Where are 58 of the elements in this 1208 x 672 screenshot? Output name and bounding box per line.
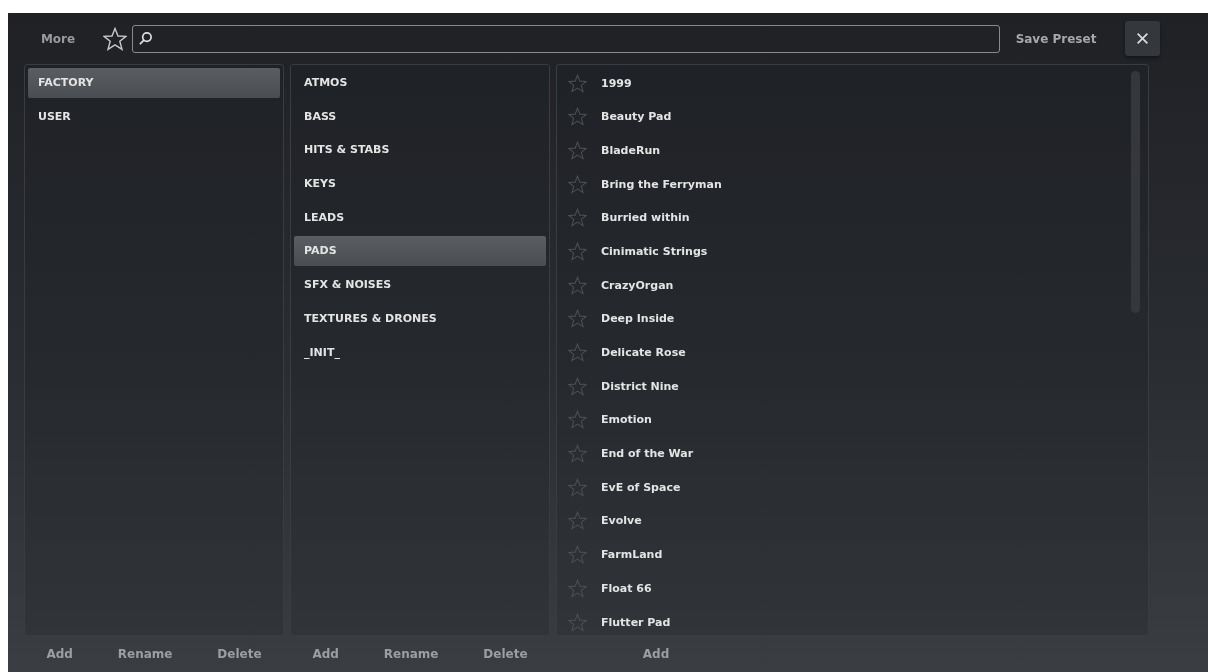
star-icon[interactable] xyxy=(568,545,587,565)
star-icon[interactable] xyxy=(568,376,587,396)
preset-item[interactable]: Beauty Pad xyxy=(601,110,672,124)
star-icon[interactable] xyxy=(568,477,587,497)
star-icon[interactable] xyxy=(568,612,587,632)
star-icon[interactable] xyxy=(568,73,587,93)
preset-item[interactable]: Float 66 xyxy=(601,581,652,595)
more-button[interactable]: More xyxy=(33,27,83,50)
add-button[interactable]: Add xyxy=(636,645,676,663)
category-item[interactable]: TEXTURES & DRONES xyxy=(294,303,546,334)
bank-item[interactable]: FACTORY xyxy=(28,68,280,98)
category-item[interactable]: LEADS xyxy=(294,202,546,233)
category-item[interactable]: BASS xyxy=(294,101,546,132)
delete-button[interactable]: Delete xyxy=(211,645,268,663)
category-item[interactable]: PADS xyxy=(294,236,546,267)
preset-item[interactable]: 1999 xyxy=(601,76,632,90)
preset-item[interactable]: End of the War xyxy=(601,447,694,461)
preset-item[interactable]: Delicate Rose xyxy=(601,346,686,359)
preset-item[interactable]: Flutter Pad xyxy=(601,615,671,629)
star-icon[interactable] xyxy=(568,309,587,329)
delete-button[interactable]: Delete xyxy=(477,645,534,663)
search-field[interactable] xyxy=(132,24,1000,53)
add-button[interactable]: Add xyxy=(40,645,79,663)
close-icon xyxy=(1136,32,1149,45)
star-icon[interactable] xyxy=(568,343,587,362)
category-item[interactable]: SFX & NOISES xyxy=(294,270,546,301)
star-icon[interactable] xyxy=(568,174,587,194)
add-button[interactable]: Add xyxy=(306,645,345,663)
bank-item[interactable]: USER xyxy=(28,101,280,132)
star-icon[interactable] xyxy=(568,107,587,127)
category-item[interactable]: KEYS xyxy=(294,169,546,200)
save-preset-button[interactable]: Save Preset xyxy=(1008,27,1104,50)
star-icon[interactable] xyxy=(568,140,587,160)
preset-item[interactable]: Emotion xyxy=(601,413,652,427)
star-icon[interactable] xyxy=(568,511,587,531)
preset-item[interactable]: BladeRun xyxy=(601,143,661,157)
preset-item[interactable]: EvE of Space xyxy=(601,480,681,494)
star-icon[interactable] xyxy=(568,208,587,228)
star-icon[interactable] xyxy=(568,241,587,261)
star-icon[interactable] xyxy=(568,275,587,295)
preset-item[interactable]: District Nine xyxy=(601,379,679,393)
close-button[interactable] xyxy=(1125,21,1160,56)
preset-item[interactable]: FarmLand xyxy=(601,548,663,562)
preset-item[interactable]: Cinimatic Strings xyxy=(601,244,708,258)
star-icon[interactable] xyxy=(568,444,587,464)
preset-item[interactable]: Deep Inside xyxy=(601,312,675,326)
preset-item[interactable]: Evolve xyxy=(601,514,642,528)
star-icon[interactable] xyxy=(568,578,587,598)
star-icon[interactable] xyxy=(568,410,587,430)
rename-button[interactable]: Rename xyxy=(377,645,445,663)
category-item[interactable]: ATMOS xyxy=(294,68,546,98)
preset-item[interactable]: Burried within xyxy=(601,211,690,225)
preset-item[interactable]: Bring the Ferryman xyxy=(601,177,722,191)
category-item[interactable]: _INIT_ xyxy=(294,337,546,368)
rename-button[interactable]: Rename xyxy=(111,645,179,663)
category-item[interactable]: HITS & STABS xyxy=(294,135,546,166)
search-icon xyxy=(138,31,153,46)
preset-item[interactable]: CrazyOrgan xyxy=(601,278,674,292)
